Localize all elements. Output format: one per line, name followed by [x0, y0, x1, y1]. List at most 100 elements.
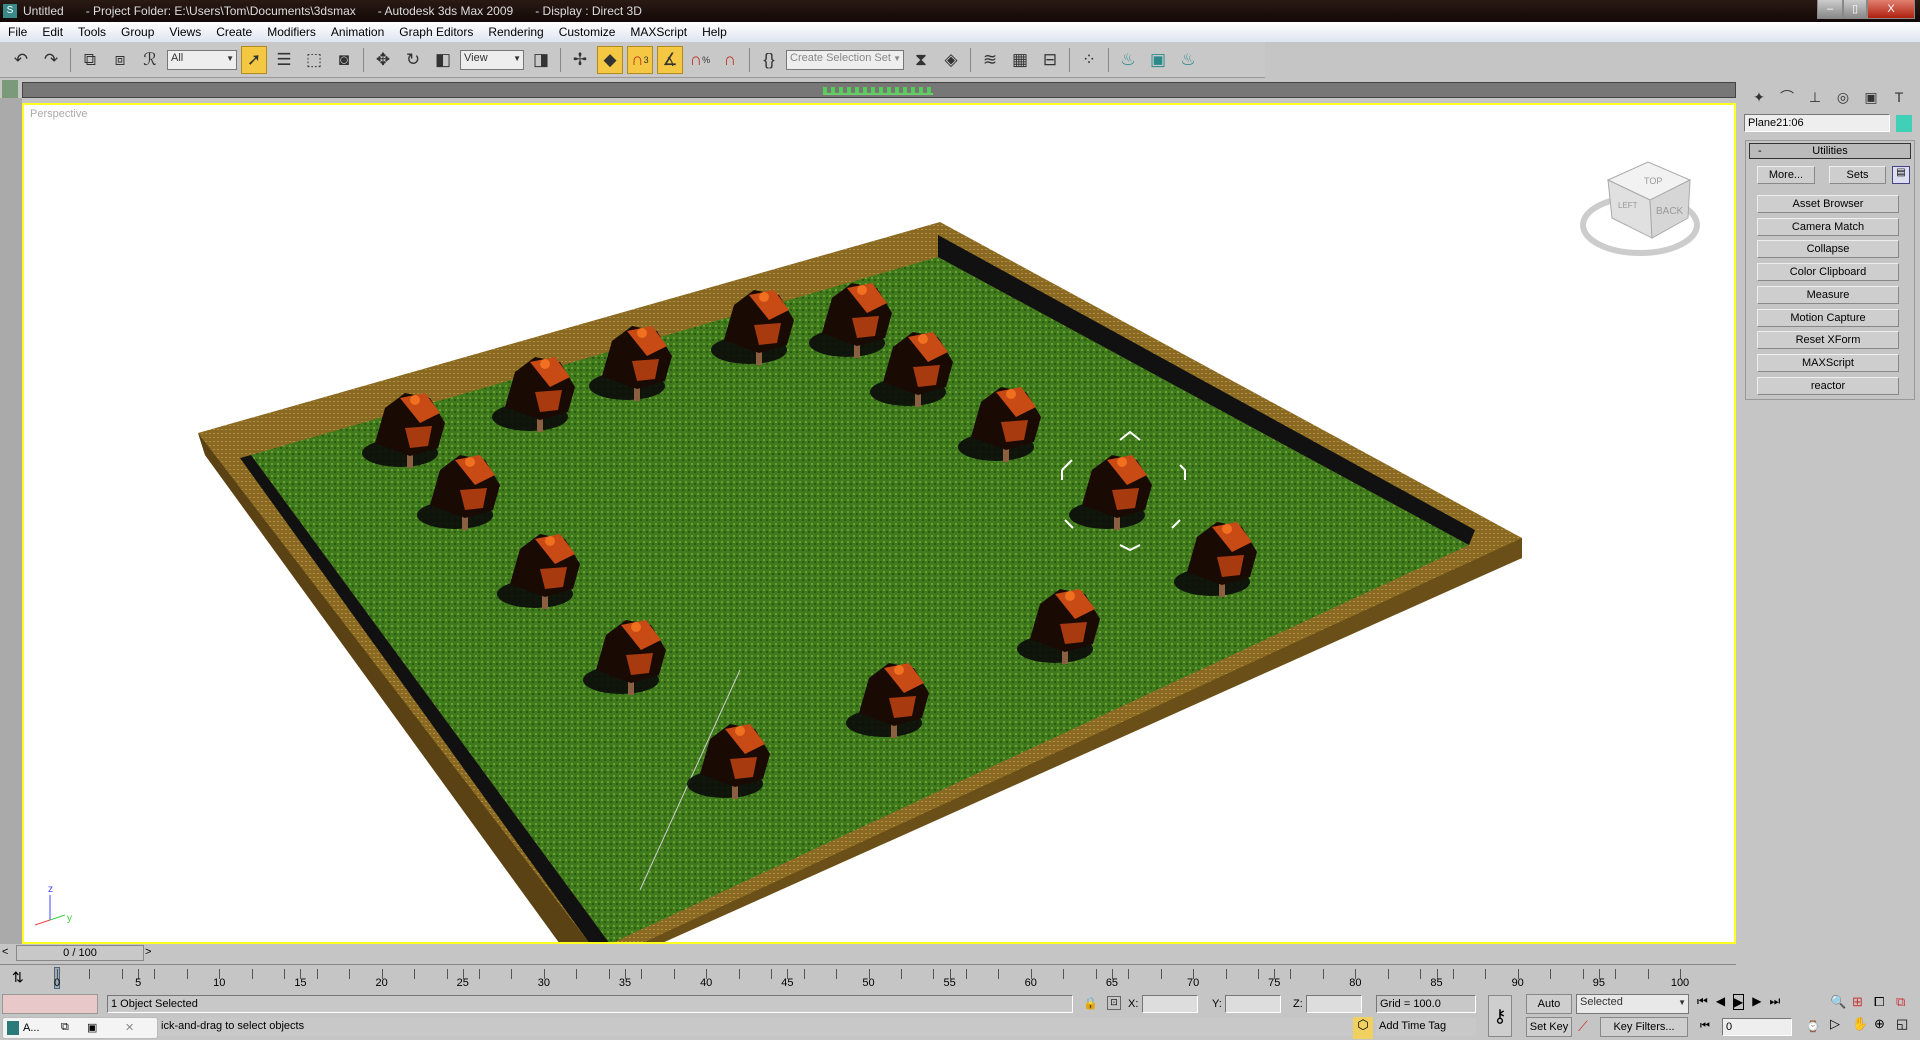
zoom-extents-icon[interactable]: ⧠ — [1874, 994, 1896, 1010]
timeline-ruler[interactable]: ⇅ 0 5 10 15 20 25 30 35 40 45 50 55 60 65 70 75 80 85 90 95… — [0, 964, 1736, 992]
quick-render-icon[interactable]: ♨ — [1175, 46, 1201, 74]
asset-browser-button[interactable]: Asset Browser — [1757, 195, 1899, 213]
menu-help[interactable]: Help — [702, 25, 727, 39]
redo-icon[interactable]: ↷ — [38, 46, 64, 74]
move-icon[interactable]: ✥ — [370, 46, 396, 74]
scale-icon[interactable]: ◧ — [430, 46, 456, 74]
menu-maxscript[interactable]: MAXScript — [630, 25, 687, 39]
perspective-viewport[interactable]: Perspective z y TOP BACK LEFT — [22, 103, 1736, 944]
layer-manager-icon[interactable]: ≋ — [977, 46, 1003, 74]
track-bar[interactable] — [22, 82, 1736, 98]
menu-edit[interactable]: Edit — [42, 25, 63, 39]
viewcube[interactable]: TOP BACK LEFT — [1580, 161, 1700, 256]
x-coordinate-field[interactable] — [1142, 995, 1198, 1013]
restore-button[interactable]: ▯ — [1843, 0, 1867, 19]
menu-graph-editors[interactable]: Graph Editors — [399, 25, 473, 39]
minimized-window-tab[interactable]: A... ⧉ ▣ ✕ — [2, 1017, 158, 1039]
material-editor-icon[interactable]: ⁘ — [1076, 46, 1102, 74]
menu-customize[interactable]: Customize — [559, 25, 616, 39]
align-icon[interactable]: ◈ — [938, 46, 964, 74]
keyboard-shortcut-override-icon[interactable]: ◆ — [597, 45, 623, 74]
mirror-icon[interactable]: ⧗ — [908, 46, 934, 74]
collapse-button[interactable]: Collapse — [1757, 240, 1899, 258]
undo-icon[interactable]: ↶ — [8, 46, 34, 74]
zoom-extents-all-icon[interactable]: ⧉ — [1896, 994, 1918, 1010]
sets-button[interactable]: Sets — [1829, 166, 1886, 184]
auto-key-button[interactable]: Auto Key — [1526, 994, 1572, 1028]
key-mode-toggle-icon[interactable]: ⏮ — [1700, 1020, 1710, 1033]
modify-tab-icon[interactable]: ⌒ — [1775, 86, 1799, 108]
set-key-button[interactable]: Set Key — [1526, 1017, 1572, 1037]
menu-views[interactable]: Views — [169, 25, 201, 39]
next-frame-icon[interactable]: ▶ — [1752, 994, 1761, 1010]
render-setup-icon[interactable]: ♨ — [1115, 46, 1141, 74]
utilities-tab-icon[interactable]: T — [1887, 86, 1911, 108]
zoom-all-icon[interactable]: ⊞ — [1852, 994, 1874, 1010]
menu-animation[interactable]: Animation — [331, 25, 384, 39]
previous-frame-icon[interactable]: ◀ — [1716, 994, 1725, 1010]
orbit-icon[interactable]: ⊕ — [1874, 1016, 1896, 1032]
motion-capture-button[interactable]: Motion Capture — [1757, 309, 1899, 327]
select-by-name-icon[interactable]: ☰ — [271, 46, 297, 74]
object-color-swatch[interactable] — [1896, 115, 1912, 132]
pan-icon[interactable]: ✋ — [1852, 1016, 1874, 1032]
reactor-button[interactable]: reactor — [1757, 377, 1899, 395]
maxscript-listener-mini[interactable] — [2, 994, 98, 1014]
maximize-viewport-icon[interactable]: ◱ — [1896, 1016, 1918, 1032]
close-small-icon[interactable]: ✕ — [125, 1021, 134, 1034]
reference-coordinate-dropdown[interactable]: View — [460, 49, 524, 70]
current-frame-field[interactable]: 0 — [1722, 1018, 1792, 1036]
angle-snap-icon[interactable]: ∡ — [657, 45, 683, 74]
configure-button-sets-icon[interactable]: ▤ — [1892, 166, 1910, 184]
track-bar-icon[interactable] — [2, 80, 18, 98]
named-selection-set-dropdown[interactable]: Create Selection Set — [786, 49, 904, 70]
time-tag-icon[interactable]: ⬡ — [1353, 1017, 1373, 1039]
snaps-toggle-icon[interactable]: ∩ 3 — [627, 45, 653, 74]
menu-group[interactable]: Group — [121, 25, 154, 39]
menu-file[interactable]: File — [8, 25, 27, 39]
reset-xform-button[interactable]: Reset XForm — [1757, 331, 1899, 349]
y-coordinate-field[interactable] — [1225, 995, 1281, 1013]
percent-snap-icon[interactable]: ∩% — [687, 46, 713, 74]
motion-tab-icon[interactable]: ◎ — [1831, 86, 1855, 108]
select-and-link-icon[interactable]: ⧉ — [77, 46, 103, 74]
menu-tools[interactable]: Tools — [78, 25, 106, 39]
window-crossing-icon[interactable]: ◙ — [331, 46, 357, 74]
object-name-field[interactable]: Plane21:06 — [1744, 114, 1890, 132]
utilities-rollout-header[interactable]: - Utilities — [1749, 143, 1911, 159]
more-button[interactable]: More... — [1757, 166, 1815, 184]
display-tab-icon[interactable]: ▣ — [1859, 86, 1883, 108]
time-prev-button[interactable]: < — [2, 946, 16, 961]
rendered-frame-window-icon[interactable]: ▣ — [1145, 46, 1171, 74]
zoom-icon[interactable]: 🔍 — [1830, 994, 1852, 1010]
bind-space-warp-icon[interactable]: ℛ — [137, 46, 163, 74]
color-clipboard-button[interactable]: Color Clipboard — [1757, 263, 1899, 281]
measure-button[interactable]: Measure — [1757, 286, 1899, 304]
menu-modifiers[interactable]: Modifiers — [267, 25, 316, 39]
go-to-start-icon[interactable]: ⏮ — [1697, 994, 1708, 1010]
pivot-center-icon[interactable]: ◨ — [528, 46, 554, 74]
mini-curve-editor-icon[interactable]: ⇅ — [12, 969, 24, 986]
restore-small-icon[interactable]: ⧉ — [61, 1021, 69, 1034]
selection-lock-icon[interactable]: 🔒 — [1083, 996, 1098, 1010]
maxscript-button[interactable]: MAXScript — [1757, 354, 1899, 372]
play-icon[interactable]: ▶ — [1733, 994, 1745, 1010]
create-tab-icon[interactable]: ✦ — [1747, 86, 1771, 108]
minimize-button[interactable]: – — [1817, 0, 1843, 19]
default-in-out-tangents-icon[interactable]: ⟋ — [1578, 1018, 1588, 1035]
unlink-icon[interactable]: ⧈ — [107, 46, 133, 74]
time-slider-thumb[interactable]: 0 / 100 — [16, 945, 144, 961]
time-configuration-icon[interactable]: ⌚ — [1806, 1020, 1820, 1033]
hierarchy-tab-icon[interactable]: ⊥ — [1803, 86, 1827, 108]
rectangular-selection-icon[interactable]: ⬚ — [301, 46, 327, 74]
menu-rendering[interactable]: Rendering — [488, 25, 543, 39]
time-next-button[interactable]: > — [145, 946, 157, 961]
z-coordinate-field[interactable] — [1306, 995, 1362, 1013]
camera-match-button[interactable]: Camera Match — [1757, 218, 1899, 236]
set-key-mode-key-icon[interactable]: ⚷ — [1488, 995, 1512, 1037]
key-filters-button[interactable]: Key Filters... — [1600, 1017, 1688, 1037]
select-object-icon[interactable]: ➚ — [241, 45, 267, 74]
absolute-mode-icon[interactable]: ⊡ — [1107, 996, 1121, 1010]
key-mode-dropdown[interactable]: Selected — [1576, 994, 1689, 1014]
go-to-end-icon[interactable]: ⏭ — [1770, 994, 1781, 1010]
